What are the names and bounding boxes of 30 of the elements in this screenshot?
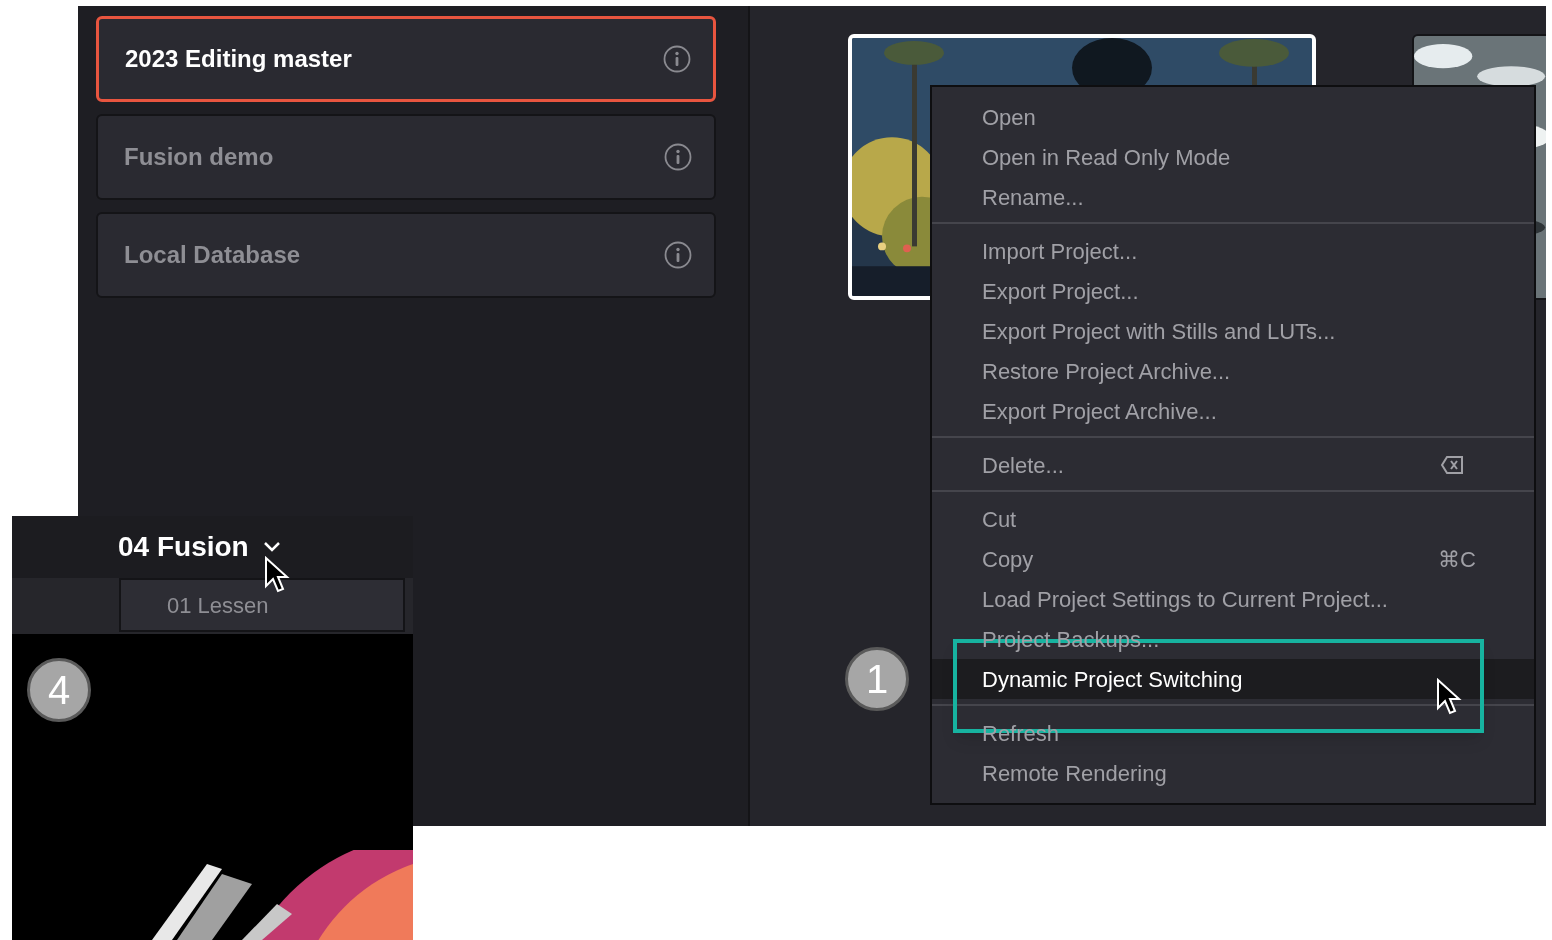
shortcut-label: ⌘C	[1438, 545, 1476, 574]
menu-item[interactable]: Remote Rendering	[932, 753, 1534, 793]
menu-item[interactable]: Load Project Settings to Current Project...	[932, 579, 1534, 619]
project-name: 2023 Editing master	[125, 44, 352, 74]
menu-item[interactable]: Export Project Archive...	[932, 391, 1534, 431]
menu-item[interactable]: Open in Read Only Mode	[932, 137, 1534, 177]
project-card[interactable]: Fusion demo	[96, 114, 716, 200]
project-card[interactable]: 2023 Editing master	[96, 16, 716, 102]
project-name: Fusion demo	[124, 142, 274, 172]
project-name: Local Database	[124, 240, 301, 270]
info-icon[interactable]	[664, 143, 692, 171]
menu-item[interactable]: Delete...	[932, 445, 1534, 485]
project-card[interactable]: Local Database	[96, 212, 716, 298]
chevron-down-icon[interactable]	[262, 541, 281, 553]
menu-item[interactable]: Restore Project Archive...	[932, 351, 1534, 391]
menu-item[interactable]: Export Project with Stills and LUTs...	[932, 311, 1534, 351]
cursor-icon	[264, 556, 290, 594]
menu-item[interactable]: Import Project...	[932, 231, 1534, 271]
delete-icon	[1440, 455, 1464, 475]
menu-item[interactable]: Dynamic Project Switching	[932, 659, 1534, 699]
dropdown-item[interactable]: 01 Lessen	[119, 578, 405, 632]
timeline-title: 04 Fusion	[118, 530, 249, 564]
menu-item[interactable]: Rename...	[932, 177, 1534, 217]
menu-item[interactable]: Cut	[932, 499, 1534, 539]
menu-item[interactable]: Copy ⌘C	[932, 539, 1534, 579]
info-icon[interactable]	[663, 45, 691, 73]
menu-item[interactable]: Export Project...	[932, 271, 1534, 311]
menu-item[interactable]: Open	[932, 97, 1534, 137]
cursor-icon	[1436, 678, 1462, 716]
info-icon[interactable]	[664, 241, 692, 269]
